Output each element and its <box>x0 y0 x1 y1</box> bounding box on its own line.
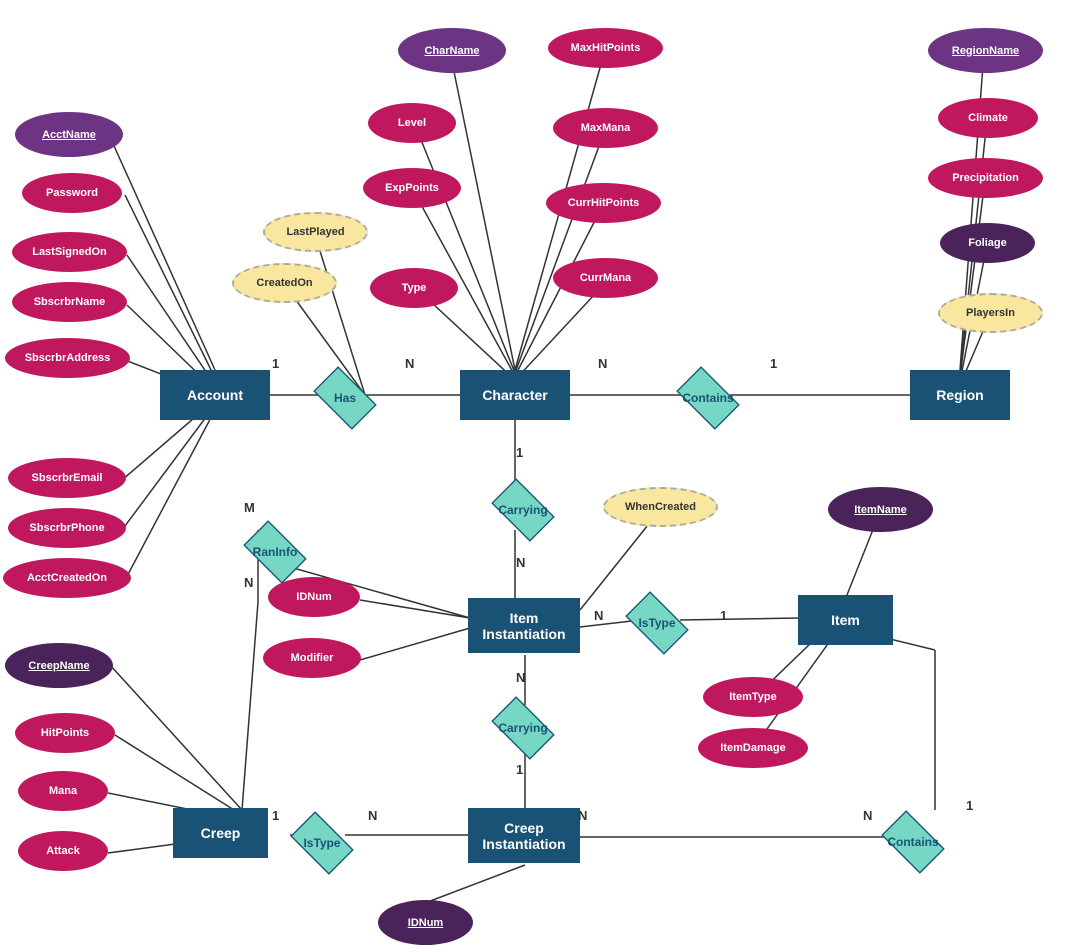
attr-itemname: ItemName <box>828 487 933 532</box>
attr-sbscrbr-phone: SbscrbrPhone <box>8 508 126 548</box>
attr-itemtype: ItemType <box>703 677 803 717</box>
attr-itemdamage: ItemDamage <box>698 728 808 768</box>
attr-sbscrbraddress: SbscrbrAddress <box>5 338 130 378</box>
card-1-contains-region: 1 <box>770 356 777 371</box>
attr-acctname: AcctName <box>15 112 123 157</box>
attr-createdon: CreatedOn <box>232 263 337 303</box>
attr-playersin: PlayersIn <box>938 293 1043 333</box>
attr-idnum2: IDNum <box>378 900 473 945</box>
rel-has: Has <box>305 373 385 423</box>
card-n-creepinst-contains: N <box>578 808 587 823</box>
attr-modifier: Modifier <box>263 638 361 678</box>
rel-raninfo: RanInfo <box>235 527 315 577</box>
entity-creep: Creep <box>173 808 268 858</box>
rel-istype2: IsType <box>282 818 362 868</box>
attr-sbscrbrname: SbscrbrName <box>12 282 127 322</box>
card-n-carrying1-item: N <box>516 555 525 570</box>
card-1-account-has: 1 <box>272 356 279 371</box>
attr-mana: Mana <box>18 771 108 811</box>
attr-sbscrbr-email: SbscrbrEmail <box>8 458 126 498</box>
attr-currhitpoints: CurrHitPoints <box>546 183 661 223</box>
attr-password: Password <box>22 173 122 213</box>
entity-item-instantiation: Item Instantiation <box>468 598 580 653</box>
card-n-istype1-item: N <box>594 608 603 623</box>
card-1-carrying2-creep: 1 <box>516 762 523 777</box>
attr-climate: Climate <box>938 98 1038 138</box>
card-1-istype1-item2: 1 <box>720 608 727 623</box>
card-n-char-contains: N <box>598 356 607 371</box>
attr-charname: CharName <box>398 28 506 73</box>
card-n-contains-item: N <box>863 808 872 823</box>
attr-idnum1: IDNum <box>268 577 360 617</box>
card-m-raninfo: M <box>244 500 255 515</box>
attr-foliage: Foliage <box>940 223 1035 263</box>
card-n-has-char: N <box>405 356 414 371</box>
rel-carrying2: Carrying <box>483 703 563 753</box>
card-n-istype2-creepinst: N <box>368 808 377 823</box>
attr-creepname: CreepName <box>5 643 113 688</box>
entity-character: Character <box>460 370 570 420</box>
rel-contains1: Contains <box>668 373 748 423</box>
attr-hitpoints: HitPoints <box>15 713 115 753</box>
rel-carrying1: Carrying <box>483 485 563 535</box>
attr-maxhitpoints: MaxHitPoints <box>548 28 663 68</box>
attr-currmana: CurrMana <box>553 258 658 298</box>
entity-region: Region <box>910 370 1010 420</box>
attr-attack: Attack <box>18 831 108 871</box>
card-n-carrying2: N <box>516 670 525 685</box>
attr-precipitation: Precipitation <box>928 158 1043 198</box>
card-1-carrying1-char: 1 <box>516 445 523 460</box>
attr-lastsignedon: LastSignedOn <box>12 232 127 272</box>
attr-maxmana: MaxMana <box>553 108 658 148</box>
rel-contains2: Contains <box>873 817 953 867</box>
rel-istype1: IsType <box>617 598 697 648</box>
attr-level: Level <box>368 103 456 143</box>
attr-type: Type <box>370 268 458 308</box>
attr-acctcreatedon: AcctCreatedOn <box>3 558 131 598</box>
er-diagram: Account Character Region Item Instantiat… <box>0 0 1071 952</box>
attr-whencreated: WhenCreated <box>603 487 718 527</box>
card-1-contains2-top: 1 <box>966 798 973 813</box>
entity-creep-instantiation: Creep Instantiation <box>468 808 580 863</box>
card-1-creep-istype2: 1 <box>272 808 279 823</box>
entity-item: Item <box>798 595 893 645</box>
attr-lastplayed: LastPlayed <box>263 212 368 252</box>
entity-account: Account <box>160 370 270 420</box>
attr-regionname: RegionName <box>928 28 1043 73</box>
card-n-raninfo: N <box>244 575 253 590</box>
attr-exppoints: ExpPoints <box>363 168 461 208</box>
